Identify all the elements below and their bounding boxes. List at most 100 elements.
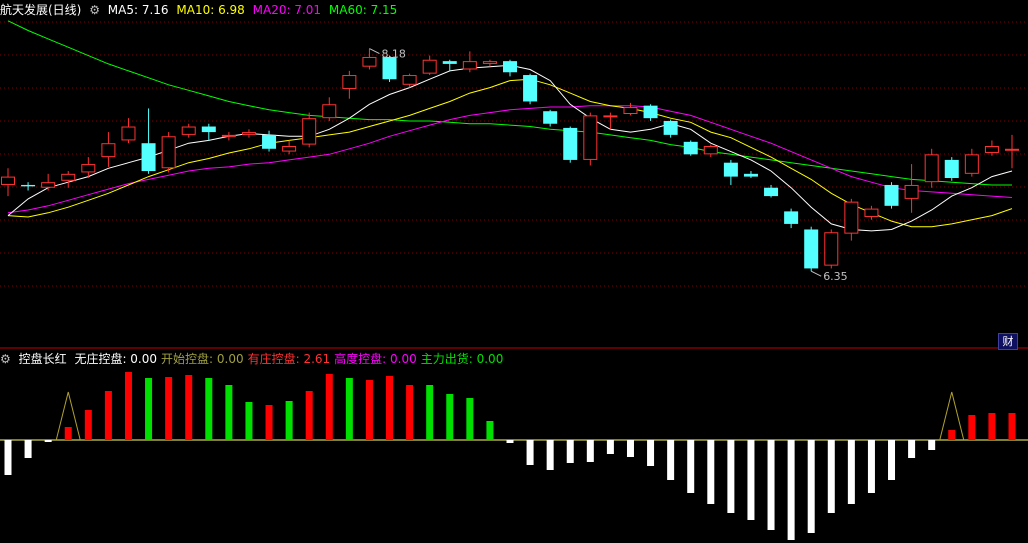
candle-body (1005, 148, 1019, 151)
indicator-bar (867, 440, 875, 493)
candle-body (422, 59, 437, 74)
indicator-bar (305, 391, 313, 440)
indicator-bar (747, 440, 755, 520)
indicator-bar (606, 440, 614, 454)
indicator-bar (124, 372, 132, 440)
candle-body (804, 229, 819, 269)
indicator-bar (807, 440, 815, 533)
stock-title: 航天发展(日线) (0, 3, 82, 17)
candle-body (282, 146, 297, 152)
indicator-header: ⚙ 控盘长红 无庄控盘: 0.00 开始控盘: 0.00 有庄控盘: 2.61 高度控… (0, 350, 511, 367)
indicator-bar (44, 440, 52, 442)
candle-body (402, 75, 417, 85)
indicator-bar (526, 440, 534, 465)
candle-body (583, 115, 598, 160)
candle-body (503, 61, 517, 73)
indicator-bar (546, 440, 554, 470)
indicator-bar (104, 391, 112, 440)
ma10-value: MA10: 6.98 (176, 3, 245, 17)
candle-body (784, 211, 799, 224)
candle-body (643, 105, 658, 119)
indicator-item-1: 开始控盘: 0.00 (161, 352, 244, 366)
candle-body (221, 134, 236, 137)
candle-body (482, 61, 497, 64)
indicator-bar (767, 440, 775, 530)
candle-body (824, 232, 839, 266)
indicator-bar (727, 440, 735, 513)
ma20-line (7, 105, 1013, 214)
indicator-item-3: 高度控盘: 0.00 (334, 352, 417, 366)
indicator-bar (84, 410, 92, 440)
candle-body (21, 184, 36, 187)
candle-body (101, 143, 116, 158)
indicator-bar (265, 405, 273, 440)
moving-average-lines (7, 20, 1013, 232)
indicator-bar (406, 385, 414, 440)
indicator-bar (707, 440, 715, 504)
indicator-item-4: 主力出货: 0.00 (420, 352, 504, 366)
indicator-bar (4, 440, 12, 475)
candle-body (904, 184, 919, 199)
candle-body (964, 154, 979, 174)
price-annotations: 8.18 6.35 (369, 48, 848, 283)
indicator-name: 控盘长红 (18, 352, 67, 366)
candle-body (944, 159, 959, 178)
indicator-item-2: 有庄控盘: 2.61 (247, 352, 331, 366)
candle-body (181, 126, 196, 135)
indicator-bar (386, 376, 394, 440)
indicator-bar (667, 440, 675, 480)
candle-body (41, 182, 56, 188)
indicator-item-0: 无庄控盘: 0.00 (74, 352, 158, 366)
indicator-bar (365, 380, 373, 440)
candle-body (864, 208, 879, 217)
candle-body (241, 132, 256, 135)
candle-body (764, 187, 779, 197)
indicator-bar (225, 385, 233, 440)
price-header: 航天发展(日线) ⚙ MA5: 7.16 MA10: 6.98 MA20: 7.… (0, 1, 401, 18)
indicator-bar (245, 402, 253, 440)
low-pointer (810, 270, 822, 277)
high-price-label: 8.18 (381, 48, 406, 61)
indicator-bar (827, 440, 835, 513)
candle-body (723, 162, 738, 177)
candle-body (141, 143, 156, 172)
indicator-bar (446, 394, 454, 440)
candle-body (121, 126, 136, 141)
stock-chart: 8.18 6.35 (0, 20, 1028, 540)
high-pointer (369, 48, 380, 55)
candle-body (844, 201, 859, 234)
candle-body (442, 61, 457, 64)
ma20-value: MA20: 7.01 (252, 3, 322, 17)
indicator-bar (928, 440, 936, 450)
ma10-line (7, 78, 1013, 228)
indicator-bar (345, 378, 353, 440)
candle-body (543, 111, 558, 124)
candle-body (663, 120, 678, 135)
indicator-bar (787, 440, 795, 540)
candle-body (362, 56, 377, 67)
candle-body (924, 154, 939, 183)
indicator-bars (0, 372, 1028, 540)
candle-body (302, 118, 317, 145)
finance-badge[interactable]: 财 (998, 333, 1018, 350)
indicator-gear-icon[interactable]: ⚙ (0, 352, 11, 366)
candle-body (61, 173, 76, 181)
indicator-bar (988, 413, 996, 440)
candle-body (743, 173, 758, 177)
indicator-bar (145, 378, 153, 440)
indicator-bar (64, 427, 72, 440)
indicator-bar (285, 401, 293, 440)
candle-body (703, 146, 718, 155)
indicator-bar (506, 440, 514, 443)
indicator-bar (647, 440, 655, 466)
ma5-line (7, 64, 1013, 232)
settings-gear-icon[interactable]: ⚙ (89, 3, 100, 17)
indicator-bar (24, 440, 32, 458)
indicator-bar (687, 440, 695, 493)
indicator-bar (165, 377, 173, 440)
indicator-bar (908, 440, 916, 458)
candle-body (81, 164, 96, 173)
candle-body (342, 75, 357, 89)
indicator-bar (586, 440, 594, 462)
indicator-bar (325, 374, 333, 440)
